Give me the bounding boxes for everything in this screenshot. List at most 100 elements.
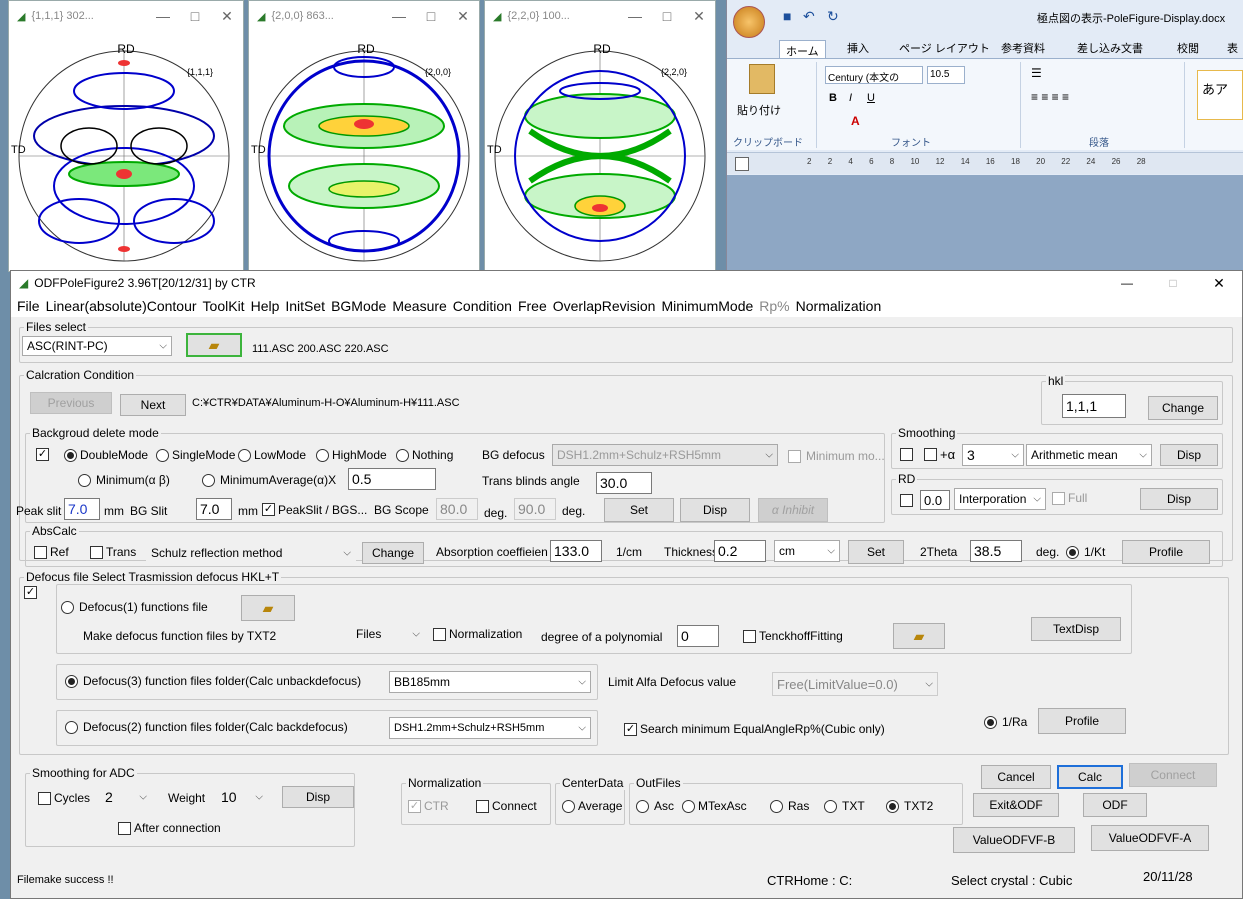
pole-figure-window-200[interactable]: ◢ {2,0,0} 863... — □ ✕ RD TD {2,0,0}: [248, 0, 480, 272]
limit-alfa-select[interactable]: Free(LimitValue=0.0) ⌵: [772, 672, 938, 696]
ctr-checkbox[interactable]: ✓: [408, 800, 421, 813]
bold-icon[interactable]: B: [829, 92, 837, 104]
cycles-checkbox[interactable]: [38, 792, 51, 805]
txt-radio[interactable]: [824, 800, 837, 813]
pole-window-titlebar[interactable]: ◢ {2,2,0} 100... — □ ✕: [485, 1, 715, 31]
style-preview[interactable]: あア: [1197, 70, 1243, 120]
rd-checkbox[interactable]: [900, 494, 913, 507]
close-button[interactable]: ✕: [1196, 275, 1242, 292]
exit-odf-button[interactable]: Exit&ODF: [973, 793, 1059, 817]
smoothing-checkbox[interactable]: [900, 448, 913, 461]
menu-help[interactable]: Help: [251, 298, 280, 314]
search-minimum-checkbox[interactable]: ✓: [624, 723, 637, 736]
odf-button[interactable]: ODF: [1083, 793, 1147, 817]
align-icon[interactable]: ≡ ≡ ≡ ≡: [1031, 90, 1069, 104]
average-radio[interactable]: [562, 800, 575, 813]
files-select[interactable]: Files ⌵: [351, 623, 425, 645]
pole-window-titlebar[interactable]: ◢ {1,1,1} 302... — □ ✕: [9, 1, 243, 31]
minimize-button[interactable]: —: [619, 8, 651, 24]
menu-minimum-mode[interactable]: MinimumMode: [661, 298, 753, 314]
close-button[interactable]: ✕: [447, 8, 479, 25]
twotheta-input[interactable]: 38.5: [970, 540, 1022, 562]
asc-radio[interactable]: [636, 800, 649, 813]
thickness-unit-select[interactable]: cm ⌵: [774, 540, 840, 562]
menu-file[interactable]: File: [17, 298, 40, 314]
smoothing-value-select[interactable]: 3 ⌵: [962, 444, 1024, 466]
open-folder-button[interactable]: ▰: [186, 333, 242, 357]
txt2-radio[interactable]: [886, 800, 899, 813]
calc-button[interactable]: Calc: [1057, 765, 1123, 789]
smoothing-disp-button[interactable]: Disp: [1160, 444, 1218, 466]
file-format-select[interactable]: ASC(RINT-PC) ⌵: [22, 336, 172, 356]
trans-blinds-input[interactable]: 30.0: [596, 472, 652, 494]
hkl-input[interactable]: 1,1,1: [1062, 394, 1126, 418]
full-checkbox[interactable]: [1052, 492, 1065, 505]
smoothing-alpha-checkbox[interactable]: [924, 448, 937, 461]
normalization-checkbox[interactable]: [433, 628, 446, 641]
undo-icon[interactable]: ↶: [803, 8, 815, 25]
underline-icon[interactable]: U: [867, 92, 875, 104]
defocus3-radio[interactable]: [65, 675, 78, 688]
minimize-button[interactable]: —: [147, 8, 179, 24]
defocus2-select[interactable]: DSH1.2mm+Schulz+RSH5mm ⌵: [389, 717, 591, 739]
minimum-average-input[interactable]: 0.5: [348, 468, 436, 490]
ribbon-tab-view[interactable]: 表: [1227, 40, 1238, 56]
weight-select[interactable]: 10 ⌵: [216, 786, 268, 808]
bg-enable-checkbox[interactable]: ✓: [36, 448, 49, 461]
tenckhoff-folder-button[interactable]: ▰: [893, 623, 945, 649]
defocus3-select[interactable]: BB185mm ⌵: [389, 671, 591, 693]
minimum-mode-checkbox[interactable]: [788, 450, 801, 463]
bg-scope-input-1[interactable]: 80.0: [436, 498, 478, 520]
pole-window-titlebar[interactable]: ◢ {2,0,0} 863... — □ ✕: [249, 1, 479, 31]
next-button[interactable]: Next: [120, 394, 186, 416]
double-mode-radio[interactable]: [64, 449, 77, 462]
defocus2-radio[interactable]: [65, 721, 78, 734]
main-titlebar[interactable]: ◢ ODFPoleFigure2 3.96T[20/12/31] by CTR …: [11, 271, 1242, 295]
ref-checkbox[interactable]: [34, 546, 47, 559]
connect-checkbox[interactable]: [476, 800, 489, 813]
font-name-select[interactable]: Century (本文の: [825, 66, 923, 84]
abs-method-select[interactable]: Schulz reflection method ⌵: [146, 542, 356, 564]
menu-condition[interactable]: Condition: [453, 298, 512, 314]
bullets-icon[interactable]: ☰: [1031, 66, 1042, 80]
close-button[interactable]: ✕: [211, 8, 243, 25]
maximize-button[interactable]: □: [179, 8, 211, 24]
menu-toolkit[interactable]: ToolKit: [203, 298, 245, 314]
bg-defocus-select[interactable]: DSH1.2mm+Schulz+RSH5mm ⌵: [552, 444, 778, 466]
abs-change-button[interactable]: Change: [362, 542, 424, 564]
ribbon-tab-insert[interactable]: 挿入: [847, 40, 869, 56]
pole-figure-window-111[interactable]: ◢ {1,1,1} 302... — □ ✕ RD TD {1,1,1}: [8, 0, 244, 272]
ra-radio[interactable]: [984, 716, 997, 729]
menu-normalization[interactable]: Normalization: [796, 298, 882, 314]
menu-free[interactable]: Free: [518, 298, 547, 314]
font-color-icon[interactable]: A: [851, 114, 860, 128]
minimum-average-radio[interactable]: [202, 474, 215, 487]
nothing-radio[interactable]: [396, 449, 409, 462]
hkl-change-button[interactable]: Change: [1148, 396, 1218, 420]
connect-button[interactable]: Connect: [1129, 763, 1217, 787]
rd-method-select[interactable]: Interporation ⌵: [954, 488, 1046, 510]
office-button[interactable]: [733, 6, 765, 38]
abs-profile-button[interactable]: Profile: [1122, 540, 1210, 564]
paste-label[interactable]: 貼り付け: [737, 102, 781, 118]
tenckhoff-checkbox[interactable]: [743, 630, 756, 643]
italic-icon[interactable]: I: [849, 92, 852, 104]
mtexasc-radio[interactable]: [682, 800, 695, 813]
paste-icon[interactable]: [749, 64, 775, 94]
bg-slit-input[interactable]: 7.0: [196, 498, 232, 520]
odf-main-window[interactable]: ◢ ODFPoleFigure2 3.96T[20/12/31] by CTR …: [10, 270, 1243, 899]
low-mode-radio[interactable]: [238, 449, 251, 462]
minimum-radio[interactable]: [78, 474, 91, 487]
menu-bgmode[interactable]: BGMode: [331, 298, 386, 314]
trans-checkbox[interactable]: [90, 546, 103, 559]
maximize-button[interactable]: □: [415, 8, 447, 24]
kt-radio[interactable]: [1066, 546, 1079, 559]
close-button[interactable]: ✕: [683, 8, 715, 25]
value-odfvf-b-button[interactable]: ValueODFVF-B: [953, 827, 1075, 853]
peakslit-bgs-checkbox[interactable]: ✓: [262, 503, 275, 516]
peak-slit-input[interactable]: 7.0: [64, 498, 100, 520]
ras-radio[interactable]: [770, 800, 783, 813]
defocus1-radio[interactable]: [61, 601, 74, 614]
redo-icon[interactable]: ↻: [827, 8, 839, 25]
single-mode-radio[interactable]: [156, 449, 169, 462]
